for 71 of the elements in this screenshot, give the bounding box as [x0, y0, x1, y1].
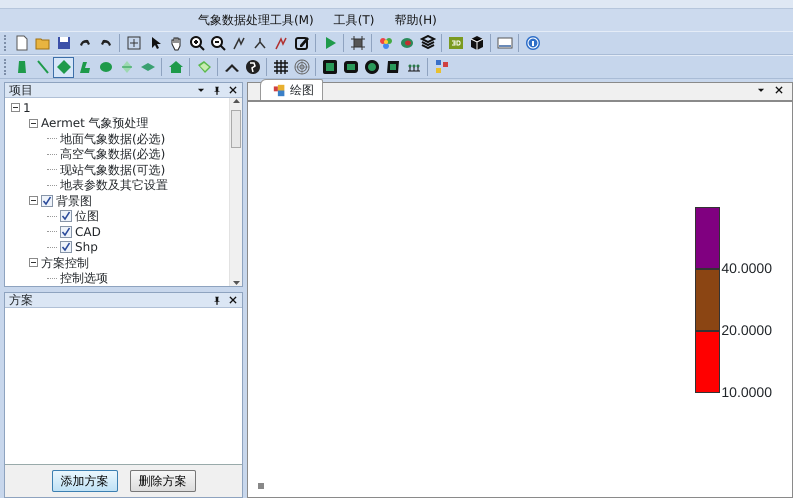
- expander-icon[interactable]: [29, 258, 38, 268]
- help-icon: [524, 35, 540, 51]
- color-wheel-icon: [378, 35, 394, 51]
- tree-item[interactable]: 地面气象数据(必选): [60, 130, 166, 148]
- marker-icon: [272, 35, 288, 51]
- checkbox[interactable]: [60, 241, 72, 254]
- cube-icon: [468, 35, 484, 51]
- flag-icon: [196, 59, 212, 75]
- zoom-out-icon: [210, 35, 226, 51]
- tree-item[interactable]: 地表参数及其它设置: [60, 176, 168, 194]
- scroll-down-icon[interactable]: [232, 280, 240, 286]
- house-icon: [168, 59, 184, 75]
- close-icon[interactable]: [774, 85, 784, 95]
- grid-square-icon: [322, 59, 338, 75]
- frame-icon: [350, 35, 366, 51]
- grid-square-icon: [342, 59, 358, 75]
- diamond-button[interactable]: [53, 56, 74, 78]
- tree-item[interactable]: 背景图: [56, 192, 92, 210]
- close-icon[interactable]: [228, 295, 238, 305]
- checkbox[interactable]: [60, 210, 72, 222]
- legend-label: 10.0000: [721, 385, 772, 399]
- blob-icon: [398, 35, 414, 51]
- panel-title: 方案: [9, 293, 34, 307]
- handle-icon: [258, 483, 264, 489]
- chart-icon: [273, 84, 286, 96]
- pin-icon[interactable]: [212, 294, 222, 306]
- layers-icon: [420, 35, 436, 51]
- document-tab[interactable]: 绘图: [260, 79, 323, 100]
- tree-item[interactable]: 1: [23, 98, 31, 117]
- tree-item[interactable]: 位图: [75, 207, 99, 226]
- tree-item[interactable]: 高空气象数据(必选): [60, 145, 166, 164]
- three-d-icon: [448, 35, 464, 51]
- expander-icon[interactable]: [11, 103, 20, 112]
- zoom-extent-icon: [126, 35, 142, 51]
- legend-label: 40.0000: [721, 261, 772, 275]
- legend-label: 20.0000: [721, 323, 772, 337]
- scroll-thumb[interactable]: [231, 110, 241, 148]
- target-icon: [294, 59, 310, 75]
- menu-item[interactable]: 气象数据处理工具(M): [190, 10, 322, 30]
- tree-item[interactable]: CAD: [75, 222, 101, 241]
- scheme-button[interactable]: 添加方案: [52, 470, 118, 492]
- marker-icon: [252, 35, 268, 51]
- tree-item[interactable]: 现站气象数据(可选): [60, 160, 166, 179]
- tree-item[interactable]: 控制选项: [60, 269, 108, 286]
- tree-item[interactable]: Shp: [75, 238, 98, 256]
- grid-skew-icon: [384, 59, 400, 75]
- ellipse-icon: [98, 59, 114, 75]
- diamond-icon: [56, 59, 72, 75]
- grid-circle-icon: [364, 59, 380, 75]
- tree-item[interactable]: 方案控制: [41, 254, 89, 272]
- window-icon: [496, 35, 512, 51]
- save-icon: [56, 35, 72, 51]
- panel-title: 项目: [9, 83, 34, 97]
- menu-item[interactable]: 帮助(H): [386, 10, 445, 30]
- expander-icon[interactable]: [29, 196, 38, 206]
- scheme-button[interactable]: 删除方案: [130, 470, 196, 492]
- blocks-icon: [434, 59, 450, 75]
- new-file-icon: [14, 35, 30, 51]
- tree-item[interactable]: Aermet 气象预处理: [41, 114, 149, 132]
- scrollbar[interactable]: [229, 98, 242, 286]
- edit-icon: [294, 35, 310, 51]
- close-icon[interactable]: [228, 85, 238, 95]
- grid-icon: [272, 59, 288, 75]
- checkbox[interactable]: [41, 194, 53, 207]
- zoom-in-icon: [188, 35, 204, 51]
- menu-item[interactable]: 工具(T): [326, 10, 382, 30]
- checkbox[interactable]: [60, 226, 72, 238]
- pin-icon[interactable]: [212, 84, 222, 96]
- marker-icon: [230, 35, 246, 51]
- expander-icon[interactable]: [29, 118, 38, 128]
- line-icon: [34, 59, 50, 75]
